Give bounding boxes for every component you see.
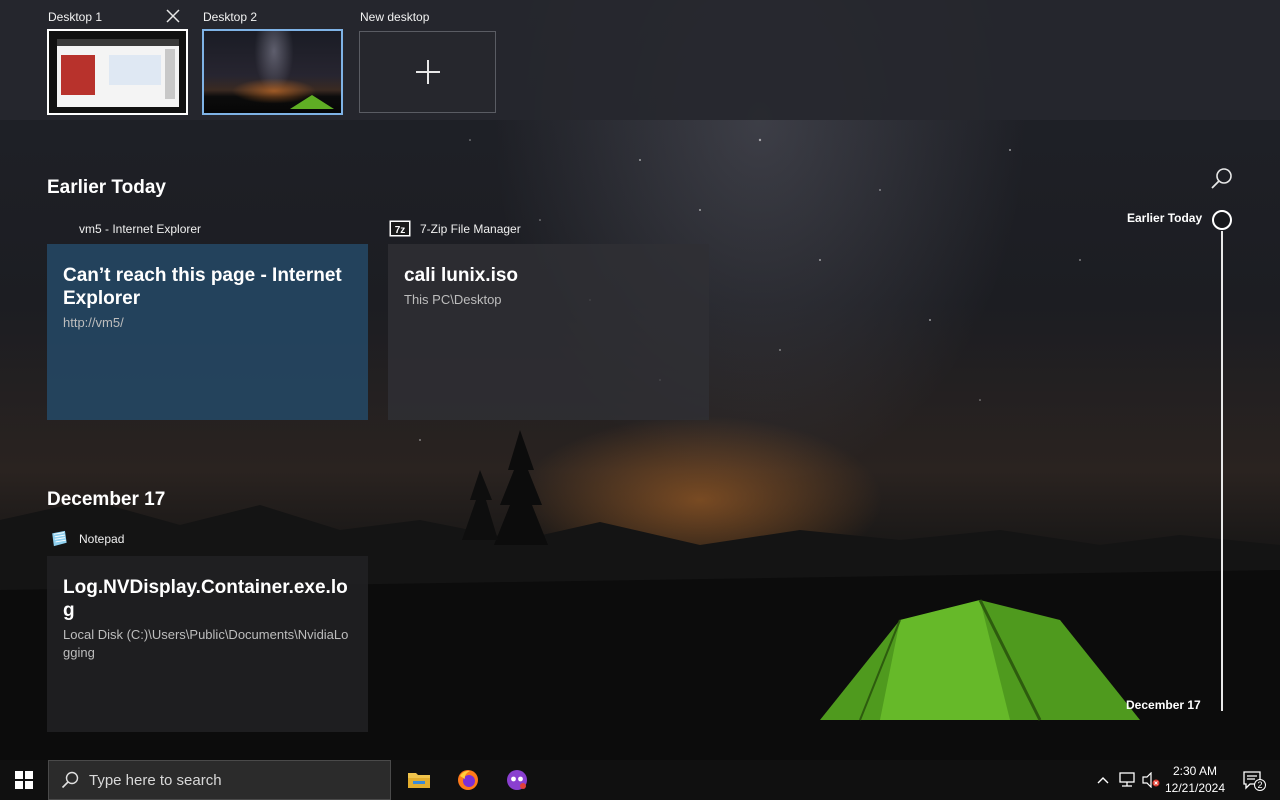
activity-app-label: vm5 - Internet Explorer (48, 220, 201, 237)
file-explorer-button[interactable] (395, 760, 443, 800)
activity-app-name: vm5 - Internet Explorer (79, 221, 202, 236)
activity-app-label: Notepad (48, 530, 124, 547)
timeline-scrubber-handle[interactable] (1212, 210, 1232, 230)
new-desktop-button[interactable] (359, 31, 496, 113)
scrubber-label-top[interactable]: Earlier Today (1127, 211, 1202, 225)
desktop-2-thumbnail[interactable] (202, 29, 343, 115)
search-icon (61, 771, 79, 789)
desktop-1-label: Desktop 1 (48, 10, 103, 24)
system-clock[interactable]: 2:30 AM 12/21/2024 (1160, 763, 1230, 797)
virtual-desktops-bar: Desktop 1 Desktop 2 New desktop (0, 0, 1280, 120)
clock-date: 12/21/2024 (1164, 781, 1226, 795)
action-center-button[interactable]: 2 (1232, 760, 1272, 800)
activity-app-name: 7-Zip File Manager (420, 221, 521, 236)
firefox-button[interactable] (444, 760, 492, 800)
activity-card-subtitle: This PC\Desktop (404, 292, 502, 307)
notepad-icon (52, 530, 67, 547)
activity-app-label: 7z 7-Zip File Manager (389, 220, 521, 237)
activity-app-name: Notepad (79, 531, 125, 546)
show-hidden-icons-button[interactable] (1094, 760, 1112, 800)
activity-card[interactable]: cali lunix.iso This PC\Desktop (388, 244, 709, 420)
clock-time: 2:30 AM (1172, 764, 1218, 778)
taskbar-search-box[interactable]: Type here to search (48, 760, 391, 800)
volume-muted-icon (1142, 772, 1160, 788)
file-explorer-icon (408, 773, 430, 788)
section-title-earlier-today: Earlier Today (47, 177, 166, 198)
new-desktop-label: New desktop (360, 10, 430, 24)
activity-card-subtitle: Local Disk (C:)\Users\Public\Documents\N… (63, 627, 349, 660)
activity-card[interactable]: Log.NVDisplay.Container.exe.log Local Di… (47, 556, 368, 732)
section-title-december-17: December 17 (47, 489, 166, 510)
timeline-scrubber-track[interactable] (1221, 231, 1223, 711)
desktop-1-thumbnail[interactable] (47, 29, 188, 115)
scrubber-label-bottom[interactable]: December 17 (1126, 698, 1201, 712)
activity-card-title: Can’t reach this page - Internet Explore… (63, 265, 342, 309)
plus-icon (415, 60, 440, 84)
activity-card-subtitle: http://vm5/ (63, 315, 124, 330)
volume-button[interactable] (1140, 760, 1162, 800)
svg-text:7z: 7z (395, 225, 406, 236)
activity-card[interactable]: Can’t reach this page - Internet Explore… (47, 244, 368, 420)
search-placeholder: Type here to search (89, 771, 222, 789)
activity-card-title: cali lunix.iso (404, 265, 519, 286)
tor-browser-icon (507, 770, 527, 790)
internet-explorer-icon (48, 220, 70, 237)
taskbar: Type here to search 2:30 AM 12/21/2024 2 (0, 760, 1280, 800)
activity-card-title: Log.NVDisplay.Container.exe.log (63, 577, 348, 621)
7zip-icon: 7z (389, 220, 411, 237)
start-button[interactable] (0, 760, 48, 800)
network-icon (1119, 772, 1135, 787)
search-icon[interactable] (1210, 166, 1234, 190)
chevron-up-icon (1097, 777, 1109, 784)
network-button[interactable] (1116, 760, 1138, 800)
windows-icon (15, 771, 33, 789)
close-icon[interactable] (165, 8, 181, 24)
firefox-icon (458, 770, 478, 790)
notification-count-badge: 2 (1254, 779, 1266, 791)
tor-browser-button[interactable] (493, 760, 541, 800)
desktop-2-label: Desktop 2 (203, 10, 258, 24)
